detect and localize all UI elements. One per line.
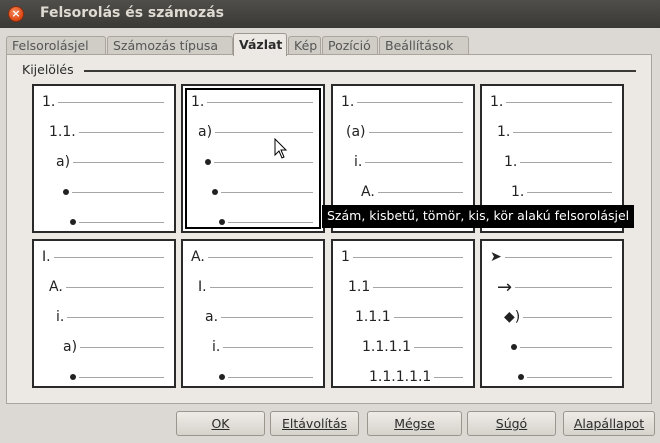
remove-button[interactable]: Eltávolítás: [270, 411, 359, 436]
outline-option-7[interactable]: 1 1.1 1.1.1 1.1.1.1 1.1.1.1.1: [331, 239, 475, 388]
outline-row: ➤: [490, 249, 612, 265]
outline-row: a): [63, 339, 164, 355]
outline-row: (a): [346, 124, 463, 140]
outline-row: A.: [361, 184, 463, 200]
bullet-dot-icon: [518, 374, 524, 380]
outline-option-1[interactable]: 1. 1.1. a): [32, 84, 176, 233]
outline-row: 1.: [497, 124, 612, 140]
bullet-dot-icon: [70, 374, 76, 380]
outline-row: [219, 369, 313, 385]
outline-row: 1.: [511, 184, 612, 200]
outline-row: [205, 154, 313, 170]
tab-image[interactable]: Kép: [288, 36, 321, 55]
bullet-dot-icon: [212, 189, 218, 195]
outline-row: I.: [42, 249, 164, 265]
ok-button[interactable]: OK: [176, 411, 265, 436]
reset-button[interactable]: Alapállapot: [563, 411, 655, 436]
outline-row: [70, 369, 164, 385]
tab-bullets[interactable]: Felsorolásjel: [6, 36, 106, 55]
outline-row: 1.: [504, 154, 612, 170]
outline-option-8[interactable]: ➤ → ◆): [480, 239, 624, 388]
close-icon[interactable]: ×: [8, 6, 24, 22]
bullet-dot-icon: [219, 374, 225, 380]
outline-row: 1.: [42, 94, 164, 110]
outline-row: 1.: [191, 94, 313, 110]
tab-options[interactable]: Beállítások: [379, 36, 469, 55]
cancel-button[interactable]: Mégse: [367, 411, 462, 436]
outline-row: 1: [341, 249, 463, 265]
outline-row: 1.: [490, 94, 612, 110]
window-title: Felsorolás és számozás: [40, 5, 224, 21]
selection-frame-divider: [84, 70, 636, 72]
outline-option-2[interactable]: 1. a): [181, 84, 325, 233]
outline-row: [212, 184, 313, 200]
outline-row: a): [198, 124, 313, 140]
help-button[interactable]: Súgó: [467, 411, 556, 436]
bullet-dot-icon: [219, 219, 225, 225]
title-bar: × Felsorolás és számozás: [0, 0, 660, 28]
outline-row: [219, 214, 313, 230]
tooltip: Szám, kisbetű, tömör, kis, kör alakú fel…: [322, 205, 635, 228]
arrow-right-icon: →: [497, 276, 513, 298]
outline-row: 1.1.: [49, 124, 164, 140]
bullet-dot-icon: [63, 189, 69, 195]
outline-row: [70, 214, 164, 230]
bullet-dot-icon: [205, 159, 211, 165]
tab-outline[interactable]: Vázlat: [233, 33, 287, 56]
outline-row: i.: [56, 309, 164, 325]
tab-position[interactable]: Pozíció: [322, 36, 378, 55]
outline-option-5[interactable]: I. A. i. a): [32, 239, 176, 388]
outline-row: 1.1.1.1.1: [369, 369, 463, 385]
mouse-cursor-icon: [274, 138, 288, 159]
outline-row: →: [497, 276, 612, 298]
outline-row: ◆): [504, 309, 612, 325]
outline-row: a.: [205, 309, 313, 325]
outline-row: A.: [49, 279, 164, 295]
outline-row: [518, 369, 612, 385]
outline-row: i.: [354, 154, 463, 170]
outline-option-6[interactable]: A. I. a. i.: [181, 239, 325, 388]
outline-row: 1.1.1.1: [362, 339, 463, 355]
selection-frame-label: Kijelölés: [22, 62, 74, 77]
bullet-dot-icon: [511, 344, 517, 350]
diamond-icon: ◆): [504, 309, 521, 325]
tab-numbering-type[interactable]: Számozás típusa: [107, 36, 233, 55]
bullet-dot-icon: [70, 219, 76, 225]
outline-row: I.: [198, 279, 313, 295]
outline-row: 1.: [341, 94, 463, 110]
outline-row: a): [56, 154, 164, 170]
outline-row: i.: [212, 339, 313, 355]
arrowhead-icon: ➤: [490, 249, 502, 265]
outline-row: A.: [191, 249, 313, 265]
outline-row: [511, 339, 612, 355]
outline-row: 1.1: [348, 279, 463, 295]
outline-row: 1.1.1: [355, 309, 463, 325]
outline-row: [63, 184, 164, 200]
